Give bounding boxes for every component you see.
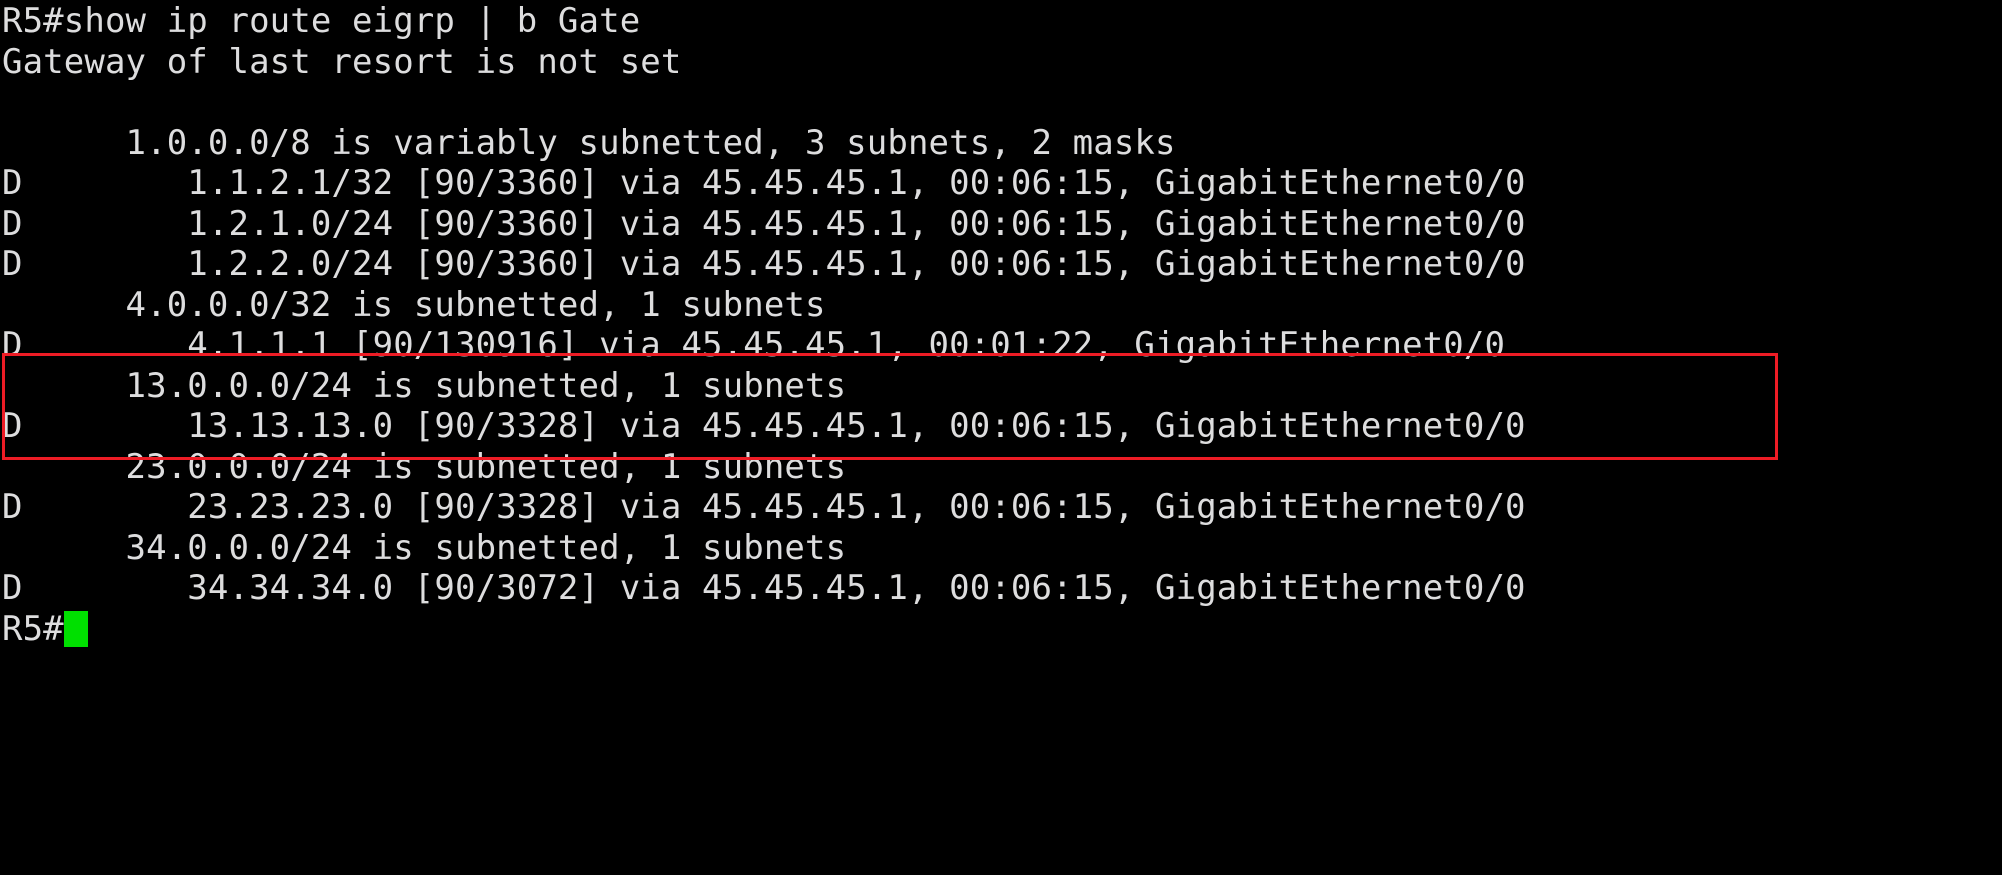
terminal-window[interactable]: R5#show ip route eigrp | b Gate Gateway … (0, 0, 2002, 875)
route-line-4-highlighted: D 4.1.1.1 [90/130916] via 45.45.45.1, 00… (2, 325, 1506, 365)
route-line-1: D 1.1.2.1/32 [90/3360] via 45.45.45.1, 0… (2, 163, 1526, 203)
route-line-5: D 13.13.13.0 [90/3328] via 45.45.45.1, 0… (2, 406, 1526, 446)
prompt-label: R5# (2, 608, 64, 649)
terminal-output: R5#show ip route eigrp | b Gate Gateway … (0, 0, 2002, 649)
route-line-6: D 23.23.23.0 [90/3328] via 45.45.45.1, 0… (2, 487, 1526, 527)
route-line-2: D 1.2.1.0/24 [90/3360] via 45.45.45.1, 0… (2, 203, 1526, 244)
route-line-7: D 34.34.34.0 [90/3072] via 45.45.45.1, 0… (2, 568, 1526, 608)
prompt-line[interactable]: R5# (0, 609, 2002, 650)
subnet-header-line-5: 34.0.0.0/24 is subnetted, 1 subnets (2, 527, 847, 568)
route-line-3: D 1.2.2.0/24 [90/3360] via 45.45.45.1, 0… (2, 244, 1526, 284)
subnet-header-line-4: 23.0.0.0/24 is subnetted, 1 subnets (2, 446, 847, 487)
subnet-header-line-2: 4.0.0.0/32 is subnetted, 1 subnets (2, 284, 826, 325)
command-line: R5#show ip route eigrp | b Gate (2, 1, 641, 41)
gateway-status-line: Gateway of last resort is not set (2, 41, 682, 82)
text-cursor (63, 610, 88, 647)
subnet-header-line-3: 13.0.0.0/24 is subnetted, 1 subnets (2, 365, 847, 406)
subnet-header-line-1: 1.0.0.0/8 is variably subnetted, 3 subne… (2, 122, 1176, 163)
